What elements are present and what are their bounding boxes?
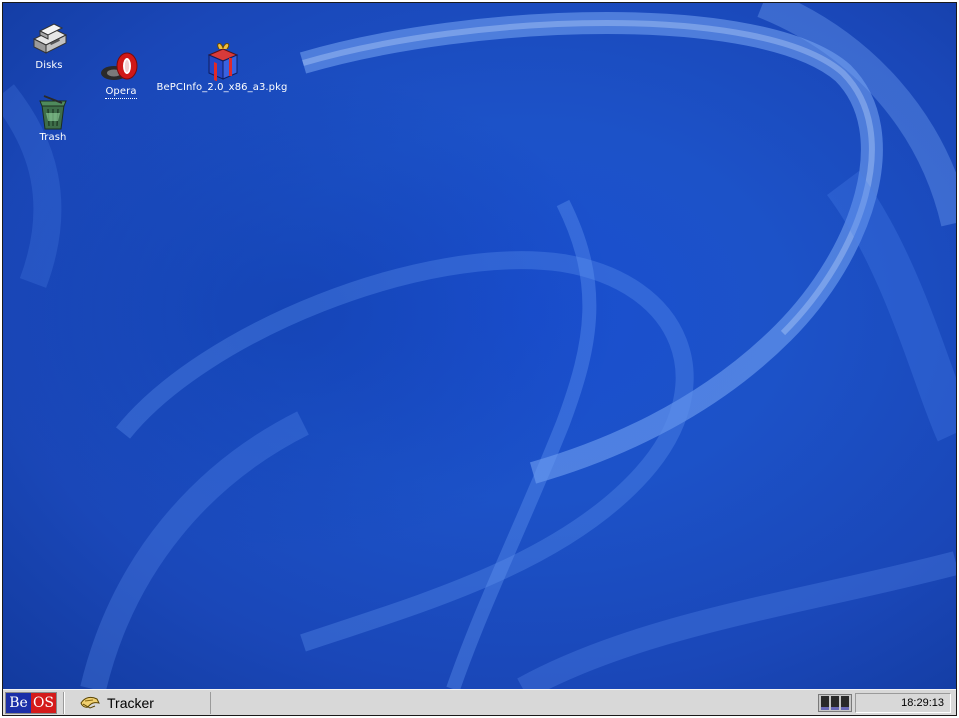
desktop[interactable]: Disks Trash Opera BePCInfo_2.0_x86_a3.pk… (3, 3, 956, 689)
be-logo-be: Be (6, 693, 31, 713)
clock[interactable]: 18:29:13 (855, 693, 951, 713)
deskbar-separator (63, 692, 65, 714)
screen: Disks Trash Opera BePCInfo_2.0_x86_a3.pk… (2, 2, 957, 716)
be-logo-os: OS (31, 693, 56, 713)
wallpaper (3, 3, 956, 689)
be-menu-button[interactable]: Be OS (5, 692, 57, 714)
package-icon (207, 43, 239, 81)
disks-label: Disks (35, 60, 63, 71)
desktop-icon-disks[interactable]: Disks (27, 23, 71, 71)
deskbar: Be OS Tracker 18:29:13 (3, 689, 956, 715)
desktop-icon-opera[interactable]: Opera (99, 51, 143, 99)
tracker-label: Tracker (107, 695, 154, 711)
opera-icon (101, 52, 138, 80)
package-label: BePCInfo_2.0_x86_a3.pkg (156, 82, 288, 93)
cpu-bar (831, 696, 839, 710)
cpu-bar (841, 696, 849, 710)
cpu-monitor-icon[interactable] (818, 694, 852, 712)
trash-icon (39, 95, 67, 130)
cpu-bar (821, 696, 829, 710)
trash-label: Trash (39, 132, 67, 143)
desktop-icon-package[interactable]: BePCInfo_2.0_x86_a3.pkg (147, 41, 297, 93)
desktop-icon-trash[interactable]: Trash (33, 95, 73, 143)
tracker-button[interactable]: Tracker (69, 692, 211, 714)
disks-icon (32, 23, 68, 54)
opera-label: Opera (105, 86, 137, 99)
tracker-icon (80, 696, 100, 709)
